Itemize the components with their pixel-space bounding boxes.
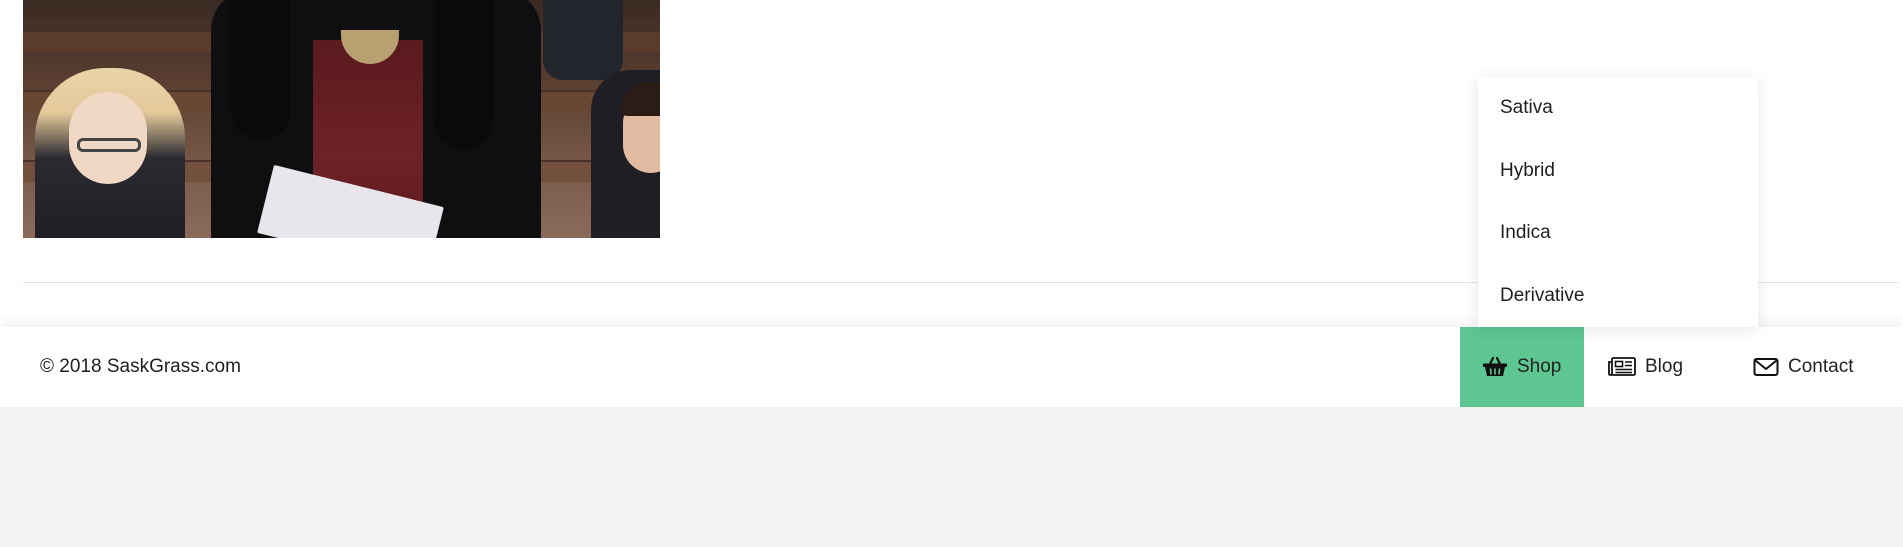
footer-nav: Shop Blog Contact	[1460, 327, 1903, 407]
nav-item-contact[interactable]: Contact	[1729, 327, 1903, 407]
photo-background-figure	[543, 0, 623, 80]
footer-bar: © 2018 SaskGrass.com Shop Blog Contact	[0, 327, 1903, 407]
article-photo	[23, 0, 660, 238]
page: © 2018 SaskGrass.com Shop Blog Contact S…	[0, 0, 1903, 547]
envelope-icon	[1753, 357, 1779, 377]
menu-item-derivative[interactable]: Derivative	[1478, 265, 1758, 328]
nav-item-label: Contact	[1788, 356, 1854, 377]
nav-item-label: Blog	[1645, 356, 1684, 377]
menu-item-sativa[interactable]: Sativa	[1478, 77, 1758, 140]
photo-hair	[231, 0, 291, 140]
photo-glasses	[77, 138, 141, 152]
newspaper-icon	[1608, 357, 1636, 377]
menu-item-hybrid[interactable]: Hybrid	[1478, 140, 1758, 203]
menu-item-indica[interactable]: Indica	[1478, 202, 1758, 265]
shop-dropdown-menu: Sativa Hybrid Indica Derivative	[1478, 77, 1758, 327]
nav-item-shop[interactable]: Shop	[1460, 327, 1584, 407]
nav-item-blog[interactable]: Blog	[1584, 327, 1729, 407]
nav-item-label: Shop	[1517, 356, 1562, 377]
basket-icon	[1482, 356, 1508, 378]
photo-hair	[433, 0, 493, 150]
copyright-text: © 2018 SaskGrass.com	[40, 356, 241, 377]
